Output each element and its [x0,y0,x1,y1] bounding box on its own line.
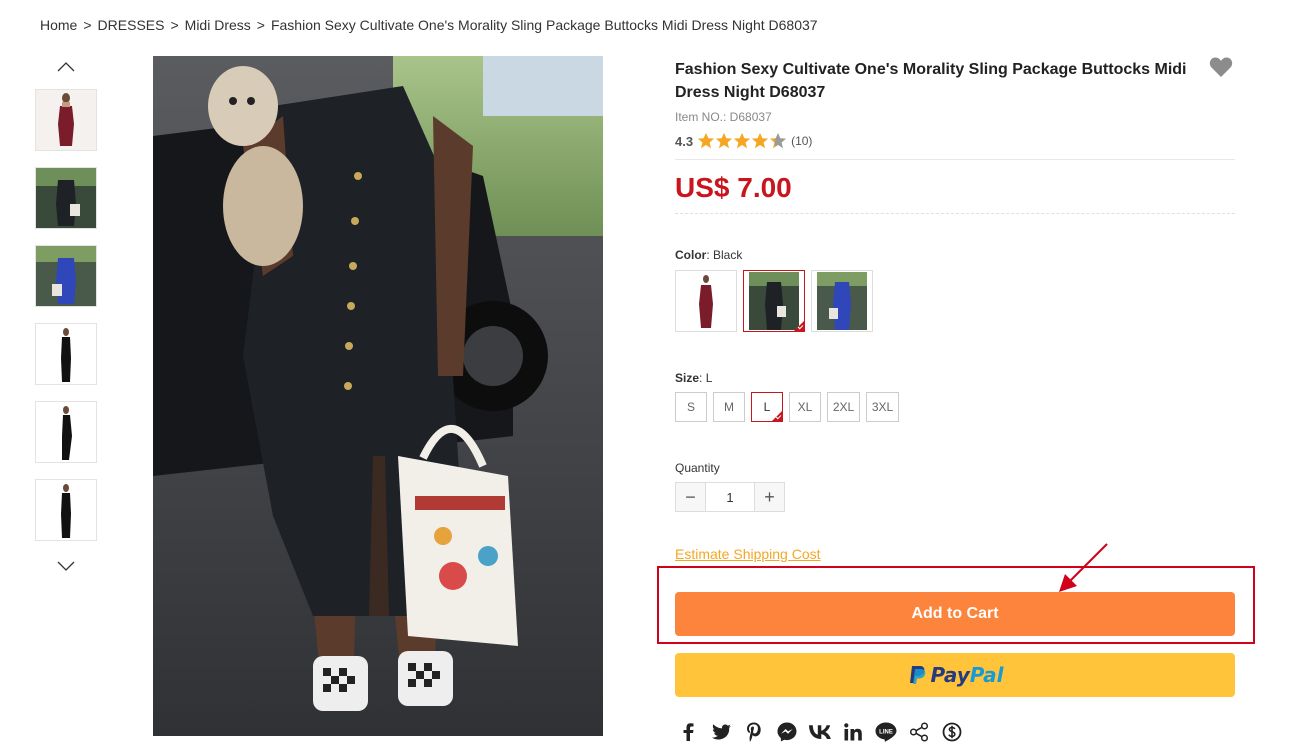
pinterest-icon[interactable] [743,721,765,743]
color-selected-value: Black [713,248,743,262]
blue-dress-image [36,246,96,306]
black-dress-back-image [36,480,96,540]
divider [675,213,1235,214]
thumbnail-blue-dress[interactable] [35,245,97,307]
breadcrumb-current: Fashion Sexy Cultivate One's Morality Sl… [270,17,818,33]
breadcrumb-midi-dress[interactable]: Midi Dress [185,17,251,33]
breadcrumb-separator: > [256,17,265,33]
breadcrumb-separator: > [170,17,179,33]
product-info-panel: Fashion Sexy Cultivate One's Morality Sl… [675,56,1235,564]
product-title: Fashion Sexy Cultivate One's Morality Sl… [675,61,1187,101]
quantity-increase-button[interactable]: + [755,483,784,511]
linkedin-icon[interactable] [842,721,864,743]
dollar-icon[interactable] [941,721,963,743]
line-icon[interactable]: LINE [875,721,897,743]
size-label-text: Size [675,371,700,385]
size-label: Size: L [675,371,713,385]
burgundy-swatch-image [681,272,731,330]
size-options: S M L XL 2XL 3XL [675,392,1235,422]
color-label-text: Color [675,248,707,262]
star-partial-icon [769,132,787,149]
breadcrumb-home[interactable]: Home [40,17,77,33]
size-option-l-label: L [763,400,771,414]
selected-check-icon [794,321,804,331]
size-option-m[interactable]: M [713,392,745,422]
star-icon [751,132,769,149]
product-photo [153,56,603,736]
black-swatch-image [749,272,799,330]
thumbnail-black-dress-back[interactable] [35,479,97,541]
quantity-label: Quantity [675,461,720,475]
paypal-wordmark-pal: Pal [969,663,1004,687]
estimate-shipping-link[interactable]: Estimate Shipping Cost [675,546,821,562]
thumbnail-black-dress[interactable] [35,167,97,229]
breadcrumb-dresses[interactable]: DRESSES [98,17,165,33]
size-option-s[interactable]: S [675,392,707,422]
paypal-button[interactable]: PayPal [675,653,1235,697]
main-product-image[interactable] [153,56,603,736]
share-bar: LINE [677,721,974,743]
color-swatch-black[interactable] [743,270,805,332]
vk-icon[interactable] [809,721,831,743]
wishlist-heart-icon[interactable] [1209,56,1233,78]
rating-value: 4.3 [675,133,694,149]
thumbnail-list [35,89,97,541]
messenger-icon[interactable] [776,721,798,743]
add-to-cart-button[interactable]: Add to Cart [675,592,1235,636]
color-label: Color: Black [675,248,743,262]
star-icon [697,132,715,149]
thumbnail-black-dress-side[interactable] [35,401,97,463]
divider [675,159,1235,160]
burgundy-dress-image [36,90,96,150]
breadcrumb-separator: > [83,17,92,33]
thumbnails-up-button[interactable] [35,56,97,78]
color-swatch-blue[interactable] [811,270,873,332]
chevron-up-icon [57,62,75,72]
thumbnail-black-dress-front[interactable] [35,323,97,385]
color-swatch-burgundy[interactable] [675,270,737,332]
quantity-stepper: − + [675,482,785,512]
selected-check-icon [772,411,782,421]
chevron-down-icon [57,561,75,571]
star-icon [733,132,751,149]
star-icon [715,132,733,149]
quantity-decrease-button[interactable]: − [676,483,705,511]
size-option-2xl[interactable]: 2XL [827,392,860,422]
annotation-arrow-icon [1059,543,1108,592]
paypal-logo-icon [910,666,926,684]
thumbnail-burgundy-dress[interactable] [35,89,97,151]
blue-swatch-image [817,272,867,330]
facebook-icon[interactable] [677,721,699,743]
quantity-input[interactable] [705,483,755,511]
thumbnail-gallery [35,56,97,577]
size-selected-value: L [705,371,713,385]
size-option-3xl[interactable]: 3XL [866,392,899,422]
share-icon[interactable] [908,721,930,743]
svg-text:LINE: LINE [879,730,893,736]
rating-row: 4.3 (10) [675,132,1235,150]
paypal-wordmark-pay: Pay [930,663,970,687]
black-dress-image [36,168,96,228]
black-dress-front-image [36,324,96,384]
thumbnails-down-button[interactable] [35,555,97,577]
black-dress-side-image [36,402,96,462]
product-price: US$ 7.00 [675,172,792,203]
item-number: Item NO.: D68037 [675,110,772,124]
rating-count[interactable]: (10) [791,134,812,148]
twitter-icon[interactable] [710,721,732,743]
size-option-xl[interactable]: XL [789,392,821,422]
rating-stars [697,132,787,150]
breadcrumb: Home > DRESSES > Midi Dress > Fashion Sexy Cul… [40,17,818,33]
size-option-l[interactable]: L [751,392,783,422]
color-swatches [675,270,1235,332]
